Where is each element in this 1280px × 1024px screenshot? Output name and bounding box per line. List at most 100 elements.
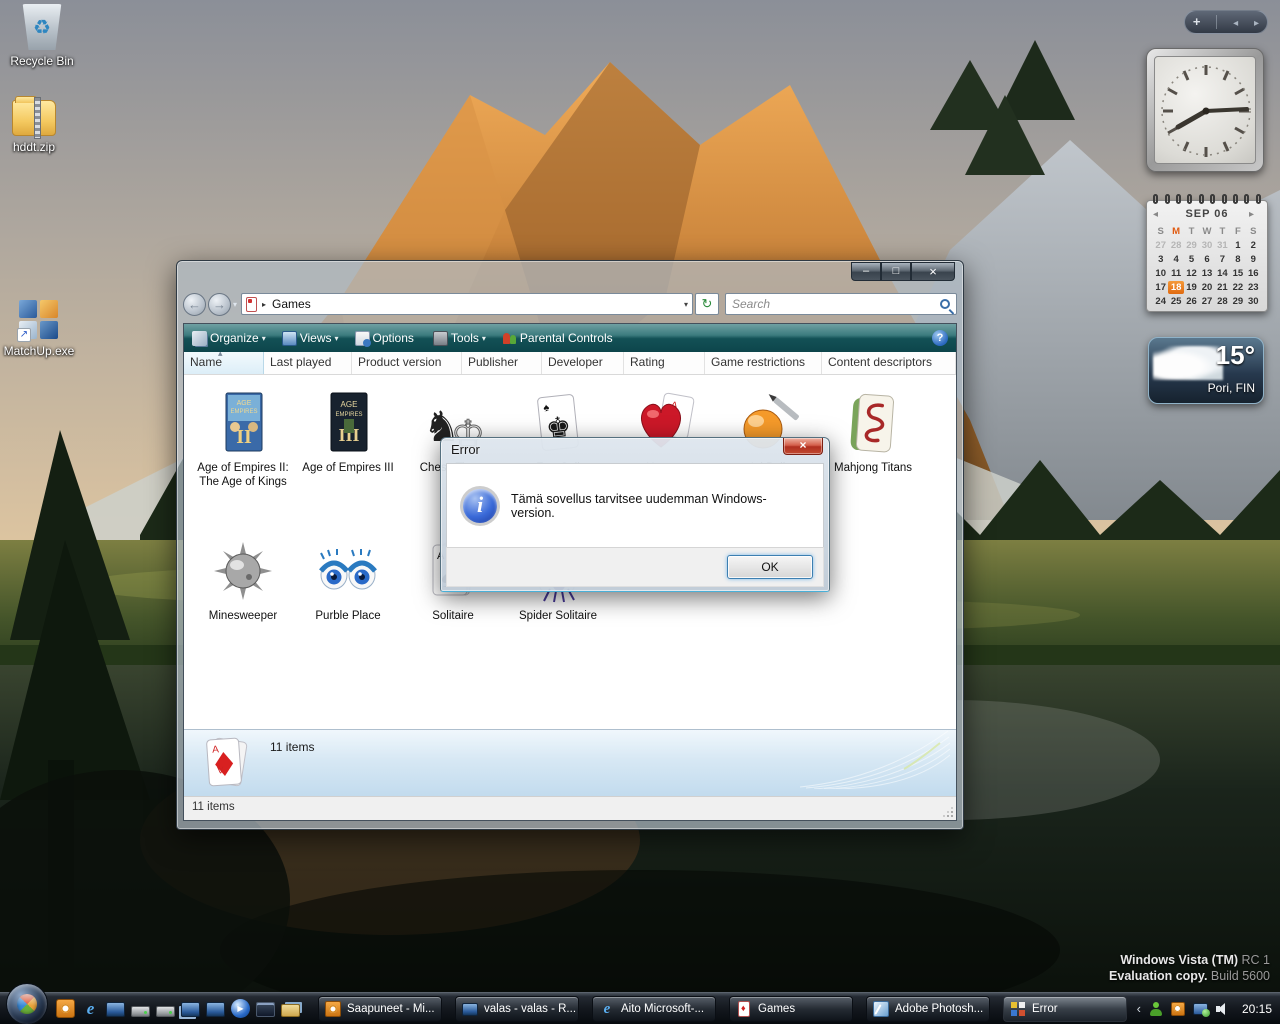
calendar-day[interactable]: 8 (1230, 253, 1245, 266)
refresh-button[interactable] (695, 293, 719, 315)
game-item[interactable]: Mahjong Titans (821, 391, 925, 475)
calendar-day[interactable]: 30 (1199, 239, 1214, 252)
search-box[interactable] (725, 293, 957, 315)
calendar-day[interactable]: 13 (1199, 267, 1214, 280)
taskbar-button-photoshop[interactable]: Adobe Photosh... (866, 996, 990, 1022)
calendar-selected-day[interactable]: 18 (1168, 281, 1183, 294)
calendar-day[interactable]: 25 (1168, 295, 1183, 308)
calendar-day[interactable]: 16 (1246, 267, 1261, 280)
drive-icon[interactable] (131, 1006, 150, 1017)
calendar-day[interactable]: 29 (1184, 239, 1199, 252)
folders-icon[interactable] (281, 1004, 300, 1017)
game-item[interactable]: AGEEMPIRESIIIAge of Empires III (296, 391, 400, 475)
back-button[interactable] (183, 293, 206, 316)
dialog-titlebar[interactable]: Error × (441, 438, 829, 463)
breadcrumb-arrow-icon[interactable] (262, 300, 266, 309)
column-header-last-played[interactable]: Last played (264, 352, 352, 374)
messenger-icon[interactable] (1149, 1002, 1163, 1016)
toolbar-views[interactable]: Views (282, 331, 339, 346)
calendar-day[interactable]: 30 (1246, 295, 1261, 308)
breadcrumb[interactable]: Games (272, 297, 311, 311)
calendar-day[interactable]: 1 (1230, 239, 1245, 252)
calendar-day[interactable]: 7 (1215, 253, 1230, 266)
help-icon[interactable]: ? (932, 330, 948, 346)
desktop-icon-recycle-bin[interactable]: Recycle Bin (0, 4, 84, 68)
close-button[interactable]: × (911, 262, 955, 281)
resize-grip[interactable] (942, 806, 954, 818)
calendar-next-icon[interactable] (1249, 209, 1261, 220)
calendar-day[interactable]: 3 (1153, 253, 1168, 266)
column-header-rating[interactable]: Rating (624, 352, 705, 374)
calendar-day[interactable]: 14 (1215, 267, 1230, 280)
drive-icon[interactable] (156, 1006, 175, 1017)
calendar-day[interactable]: 11 (1168, 267, 1183, 280)
dialog-close-button[interactable]: × (783, 438, 823, 455)
calendar-day[interactable]: 23 (1246, 281, 1261, 294)
toolbar-options[interactable]: Options (355, 331, 417, 346)
search-icon[interactable] (940, 299, 950, 309)
taskbar-button-games[interactable]: Games (729, 996, 853, 1022)
calendar-day[interactable]: 4 (1168, 253, 1183, 266)
calendar-day[interactable]: 15 (1230, 267, 1245, 280)
calendar-day[interactable]: 21 (1215, 281, 1230, 294)
column-header-developer[interactable]: Developer (542, 352, 624, 374)
calendar-prev-icon[interactable] (1153, 209, 1165, 220)
computer-icon[interactable] (106, 1002, 125, 1017)
column-header-content-descriptors[interactable]: Content descriptors (822, 352, 956, 374)
calendar-day[interactable]: 6 (1199, 253, 1214, 266)
prev-page-icon[interactable] (1233, 13, 1238, 31)
calendar-day[interactable]: 26 (1184, 295, 1199, 308)
toolbar-organize[interactable]: Organize (192, 331, 266, 346)
calendar-day[interactable]: 5 (1184, 253, 1199, 266)
calendar-day[interactable]: 31 (1215, 239, 1230, 252)
media-player-icon[interactable] (231, 999, 250, 1018)
next-page-icon[interactable] (1254, 13, 1259, 31)
toolbar-tools[interactable]: Tools (433, 331, 486, 346)
minimize-button[interactable]: – (851, 262, 881, 281)
calendar-day[interactable]: 28 (1215, 295, 1230, 308)
calendar-day[interactable]: 27 (1153, 239, 1168, 252)
calendar-day[interactable]: 12 (1184, 267, 1199, 280)
search-input[interactable] (732, 297, 936, 311)
calendar-day[interactable]: 22 (1230, 281, 1245, 294)
network-computer-icon[interactable] (181, 1002, 200, 1017)
calendar-gadget[interactable]: SEP 06 SMTWTFS27282930311234567891011121… (1146, 200, 1268, 312)
desktop-icon-hddt-zip[interactable]: hddt.zip (0, 100, 76, 154)
calendar-app-icon[interactable] (56, 999, 75, 1018)
network-icon[interactable] (1193, 1003, 1208, 1015)
clock-gadget[interactable] (1146, 48, 1264, 172)
console-icon[interactable] (256, 1002, 275, 1017)
calendar-day[interactable]: 28 (1168, 239, 1183, 252)
calendar-day[interactable]: 27 (1199, 295, 1214, 308)
internet-explorer-icon[interactable] (81, 999, 100, 1018)
address-dropdown-icon[interactable] (684, 300, 688, 309)
calendar-day[interactable]: 10 (1153, 267, 1168, 280)
taskbar-button-error[interactable]: Error (1003, 996, 1127, 1022)
column-header-game-restrictions[interactable]: Game restrictions (705, 352, 822, 374)
toolbar-parental-controls[interactable]: Parental Controls (502, 331, 616, 346)
add-gadget-button[interactable] (1193, 13, 1201, 31)
taskbar-button-saapuneet[interactable]: Saapuneet - Mi... (318, 996, 442, 1022)
window-titlebar[interactable]: – □ × (177, 261, 963, 291)
weather-gadget[interactable]: 15° Pori, FIN (1148, 337, 1264, 404)
calendar-day[interactable]: 29 (1230, 295, 1245, 308)
column-header-product-version[interactable]: Product version (352, 352, 462, 374)
maximize-button[interactable]: □ (881, 262, 911, 281)
remote-desktop-icon[interactable] (206, 1002, 225, 1017)
calendar-day[interactable]: 20 (1199, 281, 1214, 294)
tray-expand-icon[interactable] (1137, 1001, 1141, 1016)
taskbar-button-valas[interactable]: valas - valas - R... (455, 996, 579, 1022)
game-item[interactable]: AGEEMPIRESIIAge of Empires II: The Age o… (191, 391, 295, 489)
tray-calendar-icon[interactable] (1171, 1002, 1185, 1016)
calendar-day[interactable]: 9 (1246, 253, 1261, 266)
calendar-day[interactable]: 2 (1246, 239, 1261, 252)
game-item[interactable]: Purble Place (296, 539, 400, 623)
recent-pages-icon[interactable] (233, 300, 237, 309)
calendar-day[interactable]: 19 (1184, 281, 1199, 294)
start-button[interactable] (6, 983, 48, 1024)
calendar-day[interactable]: 17 (1153, 281, 1168, 294)
taskbar-button-aito[interactable]: Aito Microsoft-... (592, 996, 716, 1022)
forward-button[interactable] (208, 293, 231, 316)
volume-icon[interactable] (1216, 1002, 1230, 1016)
desktop-icon-matchup[interactable]: MatchUp.exe (0, 300, 81, 358)
